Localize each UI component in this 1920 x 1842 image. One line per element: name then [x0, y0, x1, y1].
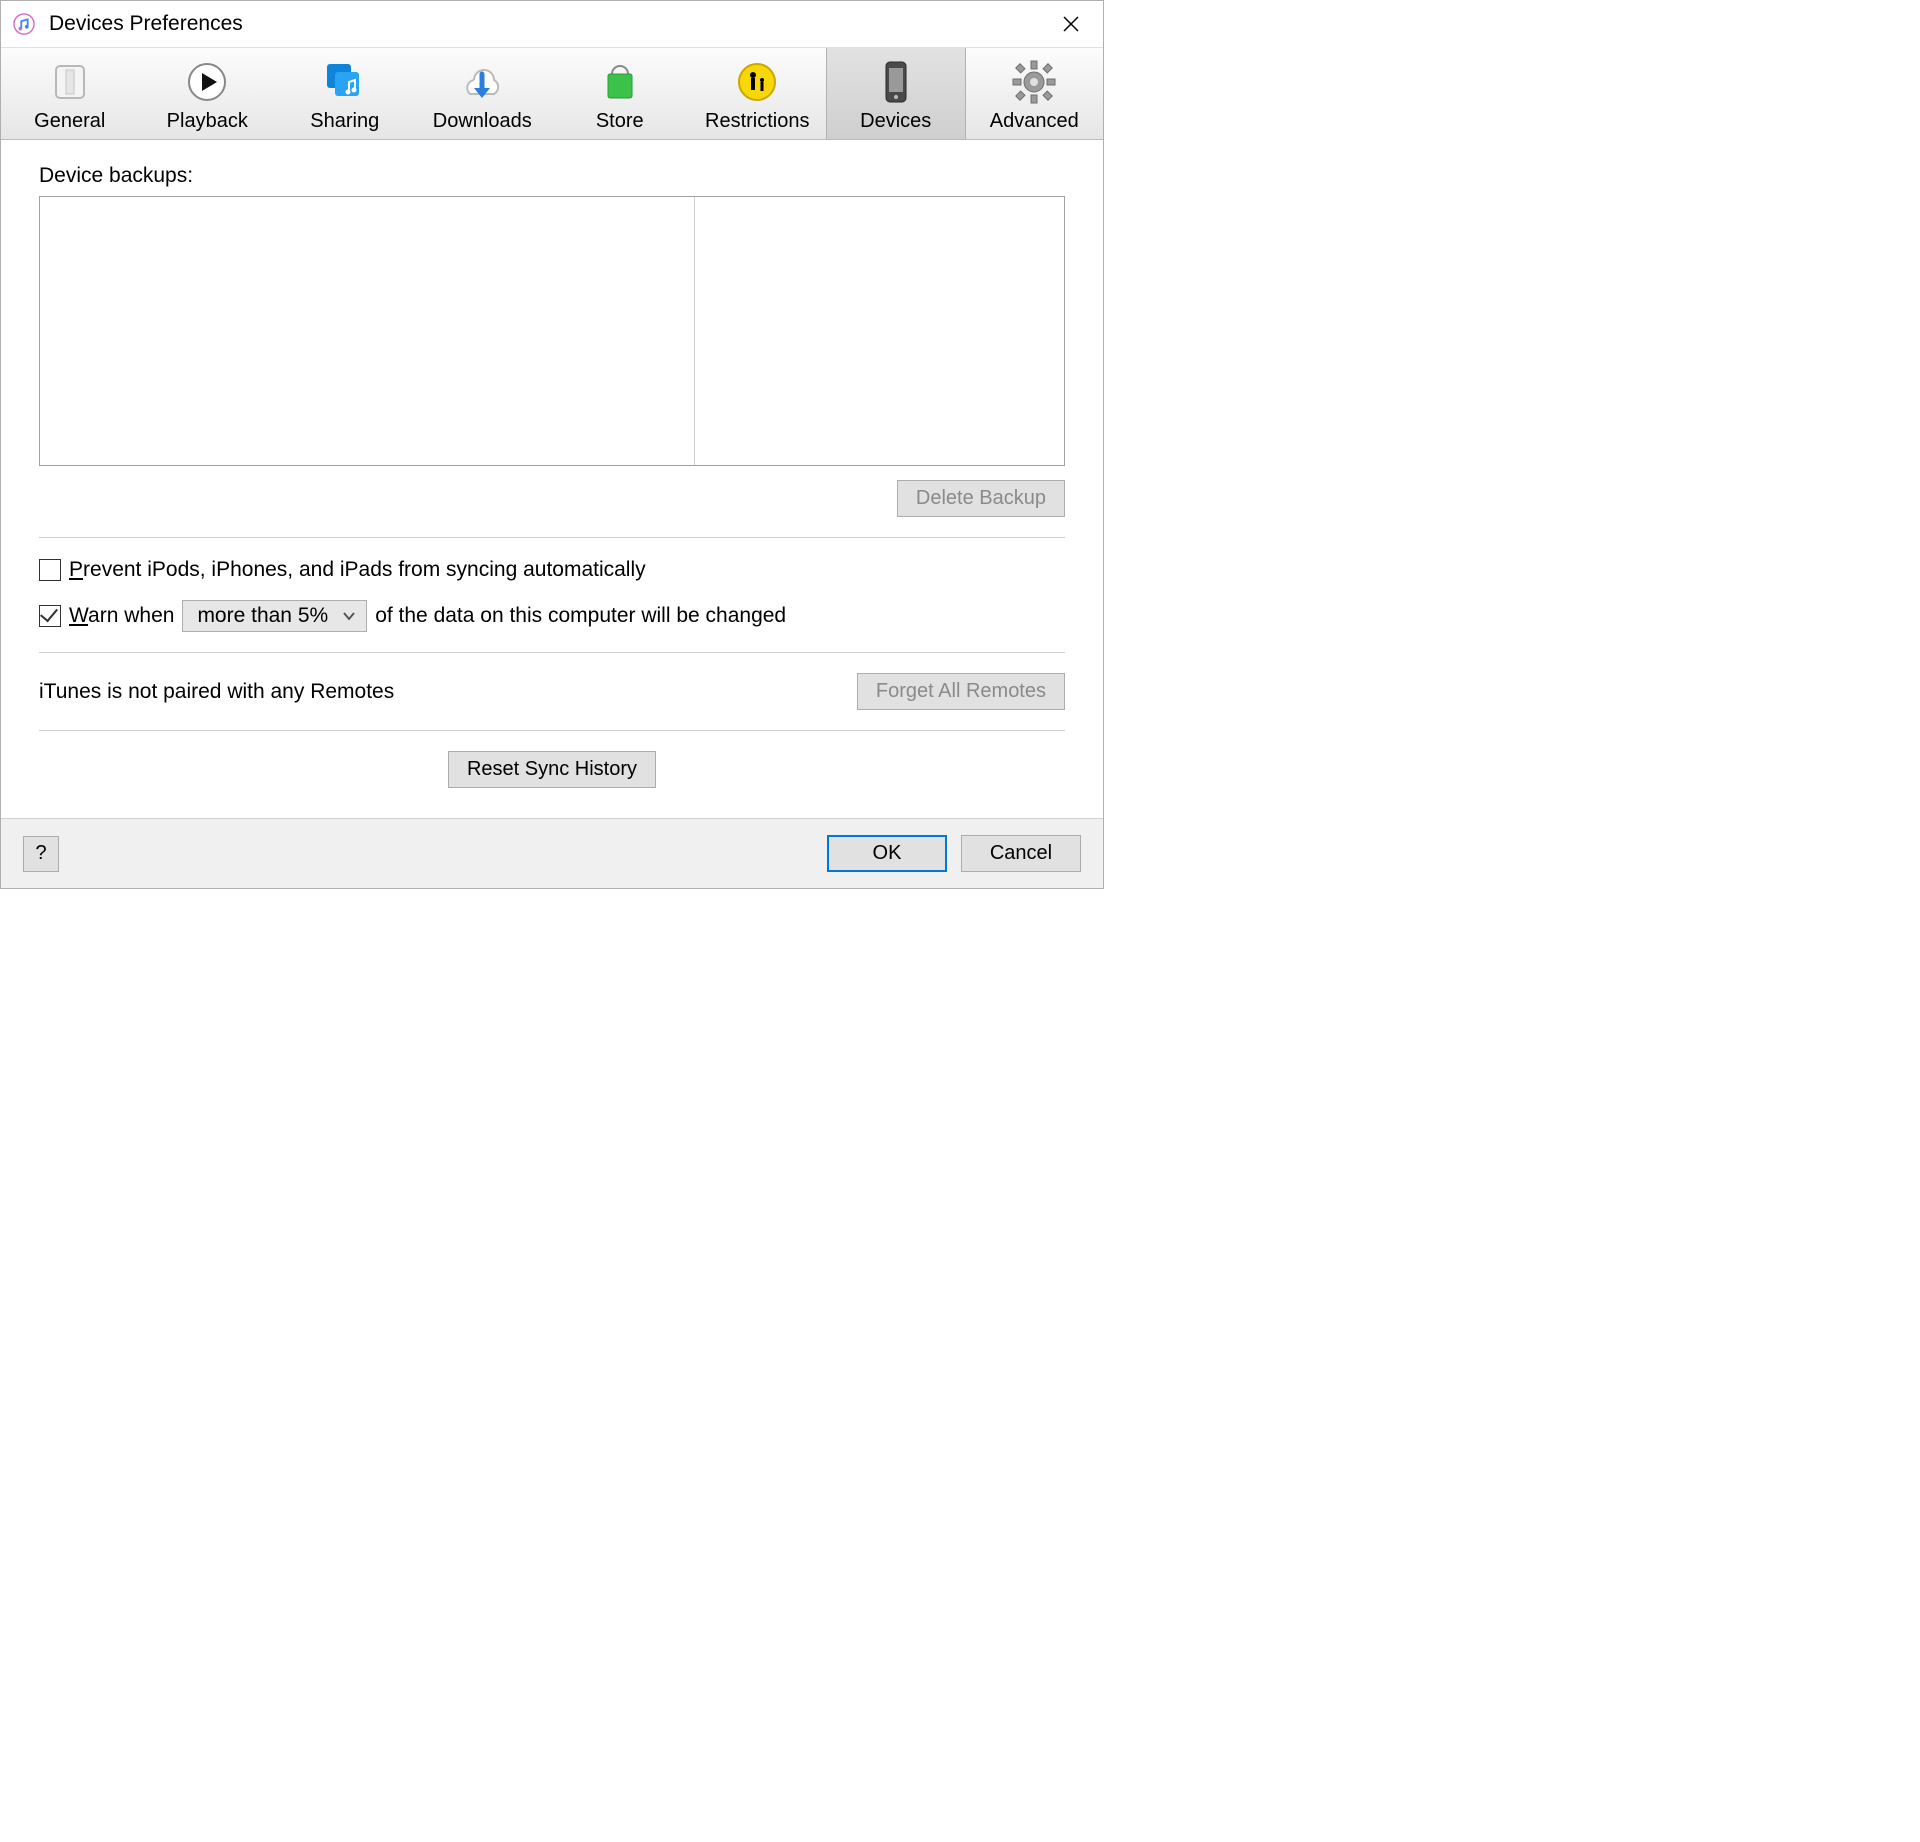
prevent-sync-label[interactable]: Prevent iPods, iPhones, and iPads from s…: [69, 558, 646, 582]
tab-store[interactable]: Store: [551, 48, 689, 139]
tab-label: General: [34, 110, 105, 133]
remotes-status-text: iTunes is not paired with any Remotes: [39, 680, 394, 704]
tab-label: Store: [596, 110, 644, 133]
warn-threshold-select[interactable]: more than 5%: [182, 600, 367, 632]
gear-icon: [1010, 58, 1058, 106]
forget-all-remotes-button[interactable]: Forget All Remotes: [857, 673, 1065, 710]
delete-backup-button[interactable]: Delete Backup: [897, 480, 1065, 517]
reset-sync-history-button[interactable]: Reset Sync History: [448, 751, 656, 788]
preferences-window: Devices Preferences General: [0, 0, 1104, 889]
footer: ? OK Cancel: [1, 818, 1103, 888]
help-button[interactable]: ?: [23, 836, 59, 872]
warn-prefix-label[interactable]: Warn when: [69, 604, 174, 628]
warn-select-value: more than 5%: [197, 604, 328, 628]
tab-label: Downloads: [433, 110, 532, 133]
help-icon: ?: [35, 842, 46, 864]
window-title: Devices Preferences: [49, 12, 243, 36]
cancel-button[interactable]: Cancel: [961, 835, 1081, 872]
sharing-icon: [321, 58, 369, 106]
tab-general[interactable]: General: [1, 48, 139, 139]
device-backups-label: Device backups:: [39, 164, 1065, 188]
tab-devices[interactable]: Devices: [826, 48, 966, 139]
backup-list-col-name: [40, 197, 695, 465]
chevron-down-icon: [342, 608, 356, 624]
toolbar: General Playback Sharing: [1, 48, 1103, 140]
warn-checkbox[interactable]: [39, 605, 61, 627]
store-icon: [596, 58, 644, 106]
ok-button[interactable]: OK: [827, 835, 947, 872]
close-icon: [1063, 16, 1079, 32]
general-icon: [46, 58, 94, 106]
separator: [39, 730, 1065, 731]
tab-label: Playback: [167, 110, 248, 133]
tab-label: Restrictions: [705, 110, 809, 133]
tab-label: Sharing: [310, 110, 379, 133]
prevent-sync-checkbox[interactable]: [39, 559, 61, 581]
tab-advanced[interactable]: Advanced: [966, 48, 1104, 139]
device-backups-list[interactable]: [39, 196, 1065, 466]
separator: [39, 652, 1065, 653]
downloads-icon: [458, 58, 506, 106]
tab-label: Advanced: [990, 110, 1079, 133]
separator: [39, 537, 1065, 538]
warn-suffix-label: of the data on this computer will be cha…: [375, 604, 786, 628]
itunes-icon: [13, 13, 35, 35]
tab-playback[interactable]: Playback: [139, 48, 277, 139]
tab-downloads[interactable]: Downloads: [414, 48, 552, 139]
playback-icon: [183, 58, 231, 106]
backup-list-col-date: [695, 197, 1064, 465]
tab-restrictions[interactable]: Restrictions: [689, 48, 827, 139]
close-button[interactable]: [1051, 9, 1091, 39]
tab-sharing[interactable]: Sharing: [276, 48, 414, 139]
devices-icon: [872, 58, 920, 106]
restrictions-icon: [733, 58, 781, 106]
titlebar: Devices Preferences: [1, 1, 1103, 48]
tab-label: Devices: [860, 110, 931, 133]
content-area: Device backups: Delete Backup Prevent iP…: [1, 140, 1103, 818]
